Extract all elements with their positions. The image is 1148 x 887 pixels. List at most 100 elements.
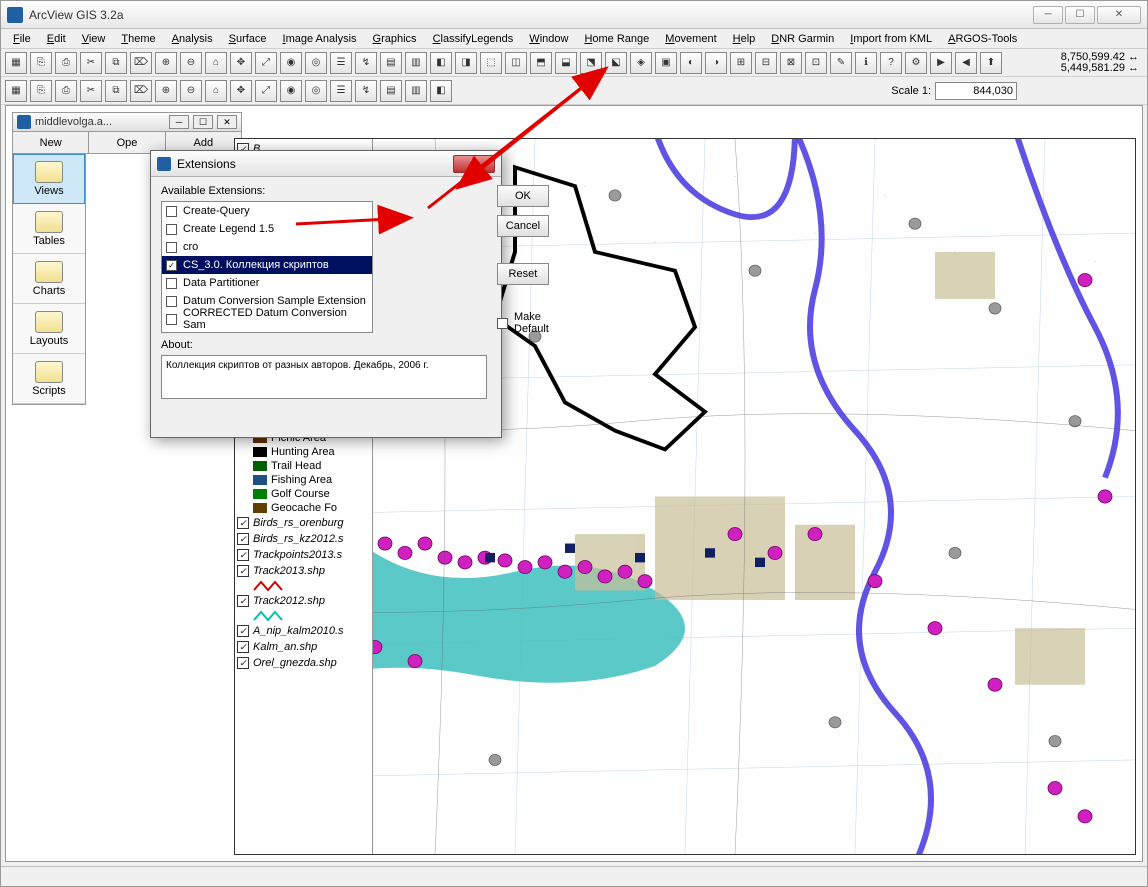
menu-argos-tools[interactable]: ARGOS-Tools (940, 31, 1025, 47)
toolbar-button-tb1-20[interactable]: ◫ (505, 52, 527, 74)
toolbar-button-tb1-9[interactable]: ✥ (230, 52, 252, 74)
toc-layer[interactable]: ✓Track2013.shp (235, 563, 372, 579)
toolbar-button-tb1-24[interactable]: ⬕ (605, 52, 627, 74)
toolbar-button-tb2-2[interactable]: ⎙ (55, 80, 77, 102)
toolbar-button-tb1-32[interactable]: ⊡ (805, 52, 827, 74)
toolbar-button-tb2-14[interactable]: ↯ (355, 80, 377, 102)
toolbar-button-tb1-18[interactable]: ◨ (455, 52, 477, 74)
toolbar-button-tb1-26[interactable]: ▣ (655, 52, 677, 74)
menu-home-range[interactable]: Home Range (576, 31, 657, 47)
extension-checkbox[interactable] (166, 314, 177, 325)
layer-checkbox[interactable]: ✓ (237, 625, 249, 637)
toolbar-button-tb1-38[interactable]: ◀ (955, 52, 977, 74)
toolbar-button-tb2-9[interactable]: ✥ (230, 80, 252, 102)
layer-checkbox[interactable]: ✓ (237, 533, 249, 545)
toolbar-button-tb2-3[interactable]: ✂ (80, 80, 102, 102)
toolbar-button-tb1-39[interactable]: ⬆ (980, 52, 1002, 74)
toolbar-button-tb1-1[interactable]: ⎘ (30, 52, 52, 74)
extension-item[interactable]: cro (162, 238, 372, 256)
close-button[interactable]: ✕ (1097, 6, 1141, 24)
toolbar-button-tb1-34[interactable]: ℹ (855, 52, 877, 74)
toolbar-button-tb2-1[interactable]: ⎘ (30, 80, 52, 102)
toolbar-button-tb1-37[interactable]: ▶ (930, 52, 952, 74)
toolbar-button-tb1-19[interactable]: ⬚ (480, 52, 502, 74)
toolbar-button-tb1-13[interactable]: ☰ (330, 52, 352, 74)
toolbar-button-tb2-0[interactable]: ▦ (5, 80, 27, 102)
toolbar-button-tb1-25[interactable]: ◈ (630, 52, 652, 74)
toolbar-button-tb1-17[interactable]: ◧ (430, 52, 452, 74)
extensions-list[interactable]: Create-QueryCreate Legend 1.5cro✓CS_3.0.… (161, 201, 373, 333)
menu-graphics[interactable]: Graphics (365, 31, 425, 47)
layer-checkbox[interactable]: ✓ (237, 565, 249, 577)
project-category-scripts[interactable]: Scripts (13, 354, 85, 404)
toc-layer[interactable]: ✓A_nip_kalm2010.s (235, 623, 372, 639)
project-minimize-button[interactable]: ─ (169, 115, 189, 129)
toolbar-button-tb1-33[interactable]: ✎ (830, 52, 852, 74)
toolbar-button-tb2-8[interactable]: ⌂ (205, 80, 227, 102)
project-close-button[interactable]: ✕ (217, 115, 237, 129)
toolbar-button-tb1-21[interactable]: ⬒ (530, 52, 552, 74)
menu-surface[interactable]: Surface (221, 31, 275, 47)
toolbar-button-tb2-6[interactable]: ⊕ (155, 80, 177, 102)
toolbar-button-tb1-27[interactable]: ◐ (680, 52, 702, 74)
menu-analysis[interactable]: Analysis (164, 31, 221, 47)
toolbar-button-tb1-5[interactable]: ⌦ (130, 52, 152, 74)
toc-layer[interactable]: ✓Orel_gnezda.shp (235, 655, 372, 671)
layer-checkbox[interactable]: ✓ (237, 657, 249, 669)
toolbar-button-tb1-36[interactable]: ⚙ (905, 52, 927, 74)
toolbar-button-tb2-17[interactable]: ◧ (430, 80, 452, 102)
toolbar-button-tb2-16[interactable]: ▥ (405, 80, 427, 102)
project-tab-new[interactable]: New (13, 132, 89, 153)
extension-item[interactable]: CORRECTED Datum Conversion Sam (162, 310, 372, 328)
menu-import-from-kml[interactable]: Import from KML (842, 31, 940, 47)
layer-checkbox[interactable]: ✓ (237, 595, 249, 607)
extensions-titlebar[interactable]: Extensions ✕ (151, 151, 501, 177)
extension-checkbox[interactable] (166, 224, 177, 235)
project-category-charts[interactable]: Charts (13, 254, 85, 304)
toolbar-button-tb2-10[interactable]: ⤢ (255, 80, 277, 102)
toolbar-button-tb1-23[interactable]: ⬔ (580, 52, 602, 74)
toolbar-button-tb1-22[interactable]: ⬓ (555, 52, 577, 74)
extension-checkbox[interactable] (166, 278, 177, 289)
toolbar-button-tb2-12[interactable]: ◎ (305, 80, 327, 102)
toolbar-button-tb1-14[interactable]: ↯ (355, 52, 377, 74)
toolbar-button-tb2-13[interactable]: ☰ (330, 80, 352, 102)
toolbar-button-tb1-11[interactable]: ◉ (280, 52, 302, 74)
menu-help[interactable]: Help (725, 31, 764, 47)
toc-layer[interactable]: ✓Track2012.shp (235, 593, 372, 609)
toc-layer[interactable]: ✓Birds_rs_orenburg (235, 515, 372, 531)
extensions-close-button[interactable]: ✕ (453, 155, 495, 173)
toc-layer[interactable]: ✓Kalm_an.shp (235, 639, 372, 655)
project-category-views[interactable]: Views (13, 154, 85, 204)
toolbar-button-tb1-30[interactable]: ⊟ (755, 52, 777, 74)
menu-image-analysis[interactable]: Image Analysis (275, 31, 365, 47)
reset-button[interactable]: Reset (497, 263, 549, 285)
scale-input[interactable] (935, 82, 1017, 100)
toolbar-button-tb1-7[interactable]: ⊖ (180, 52, 202, 74)
toolbar-button-tb1-8[interactable]: ⌂ (205, 52, 227, 74)
toolbar-button-tb1-16[interactable]: ▥ (405, 52, 427, 74)
menu-edit[interactable]: Edit (39, 31, 74, 47)
menu-theme[interactable]: Theme (113, 31, 163, 47)
project-category-layouts[interactable]: Layouts (13, 304, 85, 354)
project-restore-button[interactable]: ☐ (193, 115, 213, 129)
extension-item[interactable]: Create Legend 1.5 (162, 220, 372, 238)
toolbar-button-tb2-7[interactable]: ⊖ (180, 80, 202, 102)
make-default-checkbox[interactable] (497, 318, 508, 329)
menu-movement[interactable]: Movement (657, 31, 724, 47)
layer-checkbox[interactable]: ✓ (237, 641, 249, 653)
menu-file[interactable]: File (5, 31, 39, 47)
extension-checkbox[interactable] (166, 296, 177, 307)
menu-dnr-garmin[interactable]: DNR Garmin (763, 31, 842, 47)
minimize-button[interactable]: ─ (1033, 6, 1063, 24)
toolbar-button-tb1-29[interactable]: ⊞ (730, 52, 752, 74)
toolbar-button-tb2-5[interactable]: ⌦ (130, 80, 152, 102)
toolbar-button-tb1-3[interactable]: ✂ (80, 52, 102, 74)
toolbar-button-tb1-31[interactable]: ⊠ (780, 52, 802, 74)
toolbar-button-tb1-4[interactable]: ⧉ (105, 52, 127, 74)
extension-checkbox[interactable]: ✓ (166, 260, 177, 271)
menu-classifylegends[interactable]: ClassifyLegends (425, 31, 522, 47)
toolbar-button-tb1-35[interactable]: ? (880, 52, 902, 74)
toolbar-button-tb1-12[interactable]: ◎ (305, 52, 327, 74)
toolbar-button-tb2-4[interactable]: ⧉ (105, 80, 127, 102)
